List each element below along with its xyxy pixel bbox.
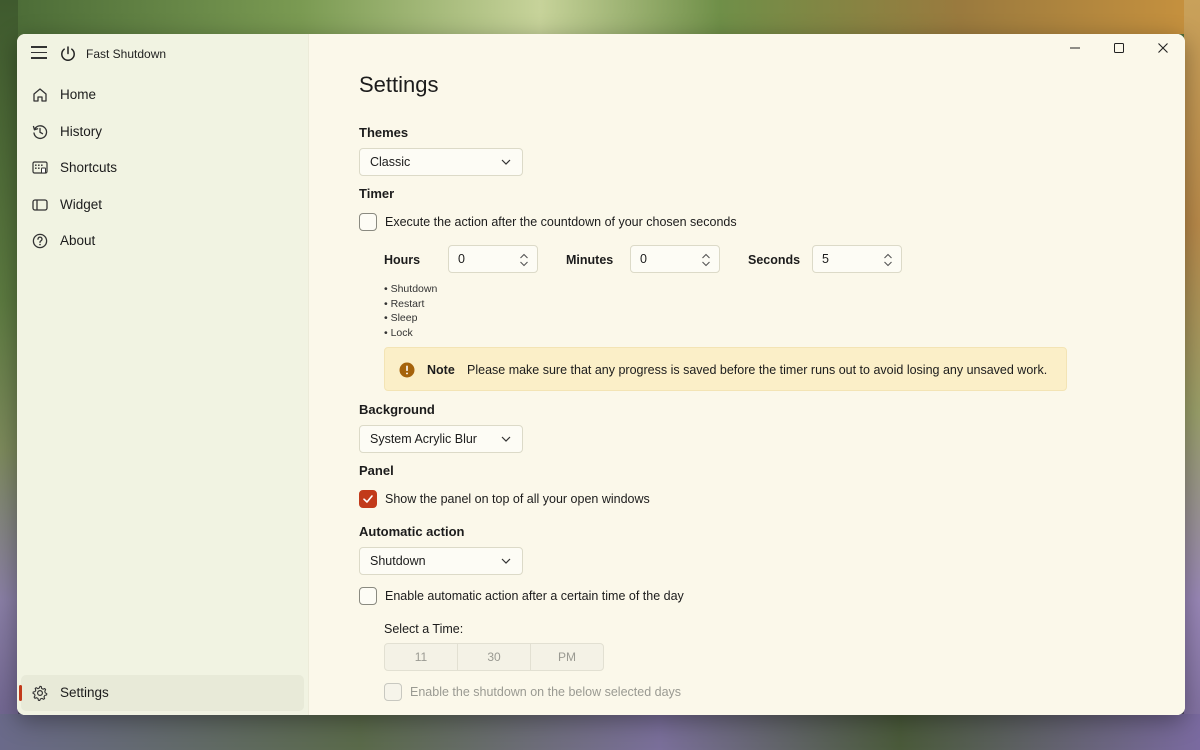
list-item: • Shutdown (384, 283, 438, 295)
timer-checkbox-label: Execute the action after the countdown o… (385, 215, 737, 229)
spin-arrows-icon[interactable] (701, 252, 711, 268)
minimize-button[interactable] (1053, 34, 1097, 62)
days-checkbox-row: Enable the shutdown on the below selecte… (384, 683, 681, 701)
maximize-icon (1114, 43, 1124, 53)
desktop-wallpaper-left (0, 0, 18, 750)
panel-label: Panel (359, 463, 394, 478)
automatic-action-checkbox[interactable] (359, 587, 377, 605)
sidebar-item-widget[interactable]: Widget (21, 187, 304, 223)
timer-label: Timer (359, 186, 395, 201)
warning-icon (399, 362, 415, 378)
themes-label: Themes (359, 125, 409, 140)
spin-arrows-icon[interactable] (883, 252, 893, 268)
maximize-button[interactable] (1097, 34, 1141, 62)
sidebar-item-history[interactable]: History (21, 114, 304, 150)
time-period[interactable]: PM (531, 644, 603, 670)
desktop-wallpaper-bottom (0, 714, 1200, 750)
timer-checkbox-row: Execute the action after the countdown o… (359, 213, 737, 231)
days-checkbox-label: Enable the shutdown on the below selecte… (410, 685, 682, 699)
desktop-wallpaper-top (0, 0, 1200, 34)
sidebar-item-about[interactable]: About (21, 223, 304, 259)
page-title: Settings (359, 72, 439, 97)
automatic-action-selected-value: Shutdown (370, 554, 426, 568)
sidebar-item-label: Shortcuts (60, 160, 118, 175)
minimize-icon (1070, 47, 1080, 49)
background-dropdown[interactable]: System Acrylic Blur (359, 425, 523, 453)
sidebar: Fast Shutdown Home History Shortcuts Wid… (17, 34, 309, 715)
sidebar-item-label: About (60, 233, 96, 248)
seconds-value: 5 (822, 252, 829, 266)
sidebar-footer: Settings (17, 674, 308, 712)
themes-selected-value: Classic (370, 155, 411, 169)
sidebar-item-shortcuts[interactable]: Shortcuts (21, 150, 304, 186)
app-title: Fast Shutdown (86, 47, 167, 61)
panel-checkbox[interactable] (359, 490, 377, 508)
list-item: • Restart (384, 297, 425, 310)
hamburger-icon[interactable] (31, 46, 47, 60)
days-checkbox[interactable] (384, 683, 402, 701)
sidebar-item-label: Settings (60, 684, 109, 700)
time-hour[interactable]: 11 (385, 644, 458, 670)
chevron-down-icon (501, 436, 511, 442)
window-controls (1053, 34, 1185, 62)
close-icon (1158, 43, 1168, 53)
minutes-stepper[interactable]: 0 (630, 245, 720, 273)
seconds-label: Seconds (748, 253, 801, 267)
note-banner: Note Please make sure that any progress … (384, 347, 1067, 391)
main-content: Settings Themes Classic Timer Execute th… (309, 34, 1185, 715)
select-time-label: Select a Time: (384, 622, 464, 636)
note-text: Please make sure that any progress is sa… (467, 363, 1048, 377)
history-icon (32, 124, 48, 139)
minutes-value: 0 (640, 252, 647, 266)
sidebar-item-label: Home (60, 87, 97, 102)
sidebar-item-label: History (60, 123, 103, 139)
automatic-action-checkbox-label: Enable automatic action after a certain … (385, 589, 684, 603)
themes-dropdown[interactable]: Classic (359, 148, 523, 176)
app-window: Fast Shutdown Home History Shortcuts Wid… (17, 34, 1185, 715)
panel-checkbox-row: Show the panel on top of all your open w… (359, 490, 650, 508)
list-item: • Lock (384, 326, 413, 339)
keyboard-icon (32, 161, 48, 174)
automatic-action-checkbox-row: Enable automatic action after a certain … (359, 587, 684, 605)
checkmark-icon (363, 495, 373, 503)
background-label: Background (359, 402, 435, 417)
timer-actions-list: • Shutdown • Restart • Sleep • Lock (384, 282, 437, 340)
chevron-down-icon (501, 558, 511, 564)
app-header: Fast Shutdown (17, 34, 308, 76)
desktop-wallpaper-right (1184, 0, 1200, 750)
sidebar-item-settings[interactable]: Settings (19, 674, 304, 711)
widget-icon (32, 198, 48, 211)
note-title: Note (427, 363, 455, 377)
seconds-stepper[interactable]: 5 (812, 245, 902, 273)
chevron-down-icon (501, 159, 511, 165)
gear-icon (32, 685, 48, 701)
time-minute[interactable]: 30 (458, 644, 531, 670)
home-icon (33, 88, 47, 102)
automatic-action-label: Automatic action (359, 524, 465, 539)
timer-checkbox[interactable] (359, 213, 377, 231)
background-selected-value: System Acrylic Blur (370, 432, 477, 446)
time-picker[interactable]: 11 30 PM (384, 643, 604, 671)
hours-value: 0 (458, 252, 465, 266)
minutes-label: Minutes (566, 253, 614, 267)
sidebar-item-home[interactable]: Home (21, 77, 304, 113)
sidebar-item-label: Widget (60, 196, 103, 212)
close-button[interactable] (1141, 34, 1185, 62)
hours-label: Hours (384, 253, 421, 267)
list-item: • Sleep (384, 312, 418, 324)
help-icon (32, 233, 48, 249)
sidebar-nav: Home History Shortcuts Widget About (17, 77, 308, 260)
automatic-action-dropdown[interactable]: Shutdown (359, 547, 523, 575)
spin-arrows-icon[interactable] (519, 252, 529, 268)
panel-checkbox-label: Show the panel on top of all your open w… (385, 492, 650, 506)
hours-stepper[interactable]: 0 (448, 245, 538, 273)
power-icon (61, 46, 75, 61)
